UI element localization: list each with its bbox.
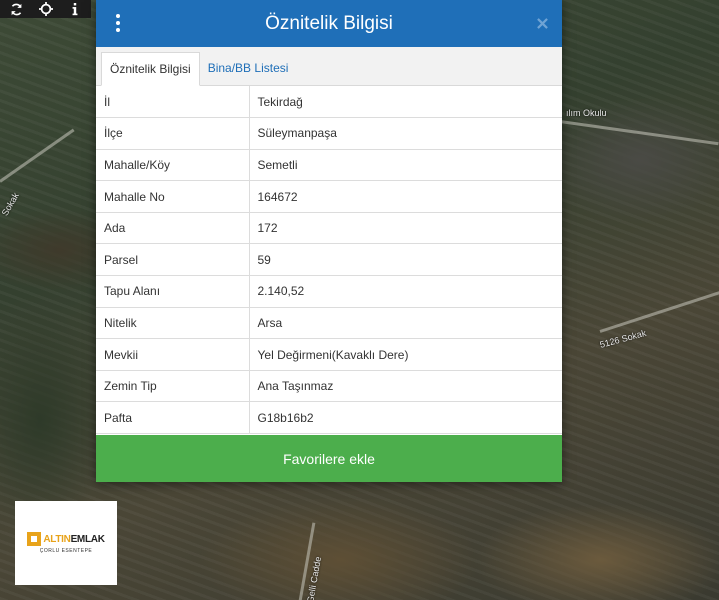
row-key: Zemin Tip bbox=[96, 370, 250, 403]
tab-bar: Öznitelik Bilgisi Bina/BB Listesi bbox=[96, 47, 562, 86]
brand-logo: ALTINEMLAK ÇORLU ESENTEPE bbox=[15, 501, 117, 585]
refresh-icon bbox=[11, 3, 22, 15]
table-row: Tapu Alanı 2.140,52 bbox=[96, 275, 562, 308]
table-row: Ada 172 bbox=[96, 212, 562, 245]
row-value: G18b16b2 bbox=[249, 401, 562, 435]
row-value: 2.140,52 bbox=[249, 275, 562, 308]
row-key: Mahalle/Köy bbox=[96, 149, 250, 182]
locate-icon bbox=[38, 2, 53, 16]
tab-attribute-info[interactable]: Öznitelik Bilgisi bbox=[101, 52, 200, 86]
table-row: Mahalle/Köy Semetli bbox=[96, 149, 562, 182]
logo-mark-icon bbox=[27, 532, 42, 546]
vertical-dots-icon bbox=[116, 14, 120, 18]
logo-row: ALTINEMLAK bbox=[27, 532, 105, 546]
tab-building-list[interactable]: Bina/BB Listesi bbox=[200, 51, 297, 85]
close-icon bbox=[536, 17, 548, 29]
logo-brand-part1: ALTIN bbox=[43, 533, 71, 545]
close-button[interactable] bbox=[534, 12, 550, 34]
dialog-title: Öznitelik Bilgisi bbox=[265, 12, 393, 34]
logo-text: ALTINEMLAK bbox=[43, 533, 105, 545]
attribute-table: İl Tekirdağ İlçe Süleymanpaşa Mahalle/Kö… bbox=[96, 86, 562, 435]
locate-button[interactable] bbox=[31, 0, 60, 18]
row-key: Tapu Alanı bbox=[96, 275, 250, 308]
vertical-dots-icon bbox=[116, 21, 120, 25]
row-value: Yel Değirmeni(Kavaklı Dere) bbox=[249, 338, 562, 371]
row-value: Süleymanpaşa bbox=[249, 117, 562, 150]
row-value: Semetli bbox=[249, 149, 562, 182]
table-row: Mevkii Yel Değirmeni(Kavaklı Dere) bbox=[96, 338, 562, 371]
table-row: Nitelik Arsa bbox=[96, 307, 562, 340]
row-value: 164672 bbox=[249, 180, 562, 213]
row-key: Nitelik bbox=[96, 307, 250, 340]
attribute-dialog: Öznitelik Bilgisi Öznitelik Bilgisi Bina… bbox=[96, 0, 562, 482]
row-key: Mahalle No bbox=[96, 180, 250, 213]
row-value: Arsa bbox=[249, 307, 562, 340]
refresh-button[interactable] bbox=[2, 0, 31, 18]
row-key: İlçe bbox=[96, 117, 250, 150]
map-label-street: Sokak bbox=[0, 190, 21, 218]
map-label-street: 5126 Sokak bbox=[598, 327, 648, 350]
info-icon bbox=[72, 2, 77, 15]
dialog-header: Öznitelik Bilgisi bbox=[96, 0, 562, 47]
row-value: Ana Taşınmaz bbox=[249, 370, 562, 403]
vertical-dots-icon bbox=[116, 28, 120, 32]
row-key: Pafta bbox=[96, 401, 250, 435]
info-button[interactable] bbox=[60, 0, 89, 18]
table-row: Zemin Tip Ana Taşınmaz bbox=[96, 370, 562, 403]
table-row: Mahalle No 164672 bbox=[96, 180, 562, 213]
table-row: Pafta G18b16b2 bbox=[96, 401, 562, 435]
map-road bbox=[0, 128, 75, 183]
row-value: 59 bbox=[249, 243, 562, 277]
logo-subtitle: ÇORLU ESENTEPE bbox=[39, 548, 93, 554]
map-road bbox=[559, 120, 719, 146]
map-label-school: ılım Okulu bbox=[566, 108, 607, 118]
row-key: Ada bbox=[96, 212, 250, 245]
table-row: İl Tekirdağ bbox=[96, 86, 562, 119]
row-value: Tekirdağ bbox=[249, 86, 562, 119]
logo-brand-part2: EMLAK bbox=[70, 533, 105, 545]
menu-button[interactable] bbox=[110, 12, 126, 34]
map-toolbar bbox=[0, 0, 91, 18]
add-to-favorites-button[interactable]: Favorilere ekle bbox=[96, 435, 562, 482]
table-row: İlçe Süleymanpaşa bbox=[96, 117, 562, 150]
row-key: Mevkii bbox=[96, 338, 250, 371]
table-row: Parsel 59 bbox=[96, 243, 562, 277]
row-key: İl bbox=[96, 86, 250, 119]
row-value: 172 bbox=[249, 212, 562, 245]
map-road bbox=[599, 289, 719, 333]
row-key: Parsel bbox=[96, 243, 250, 277]
